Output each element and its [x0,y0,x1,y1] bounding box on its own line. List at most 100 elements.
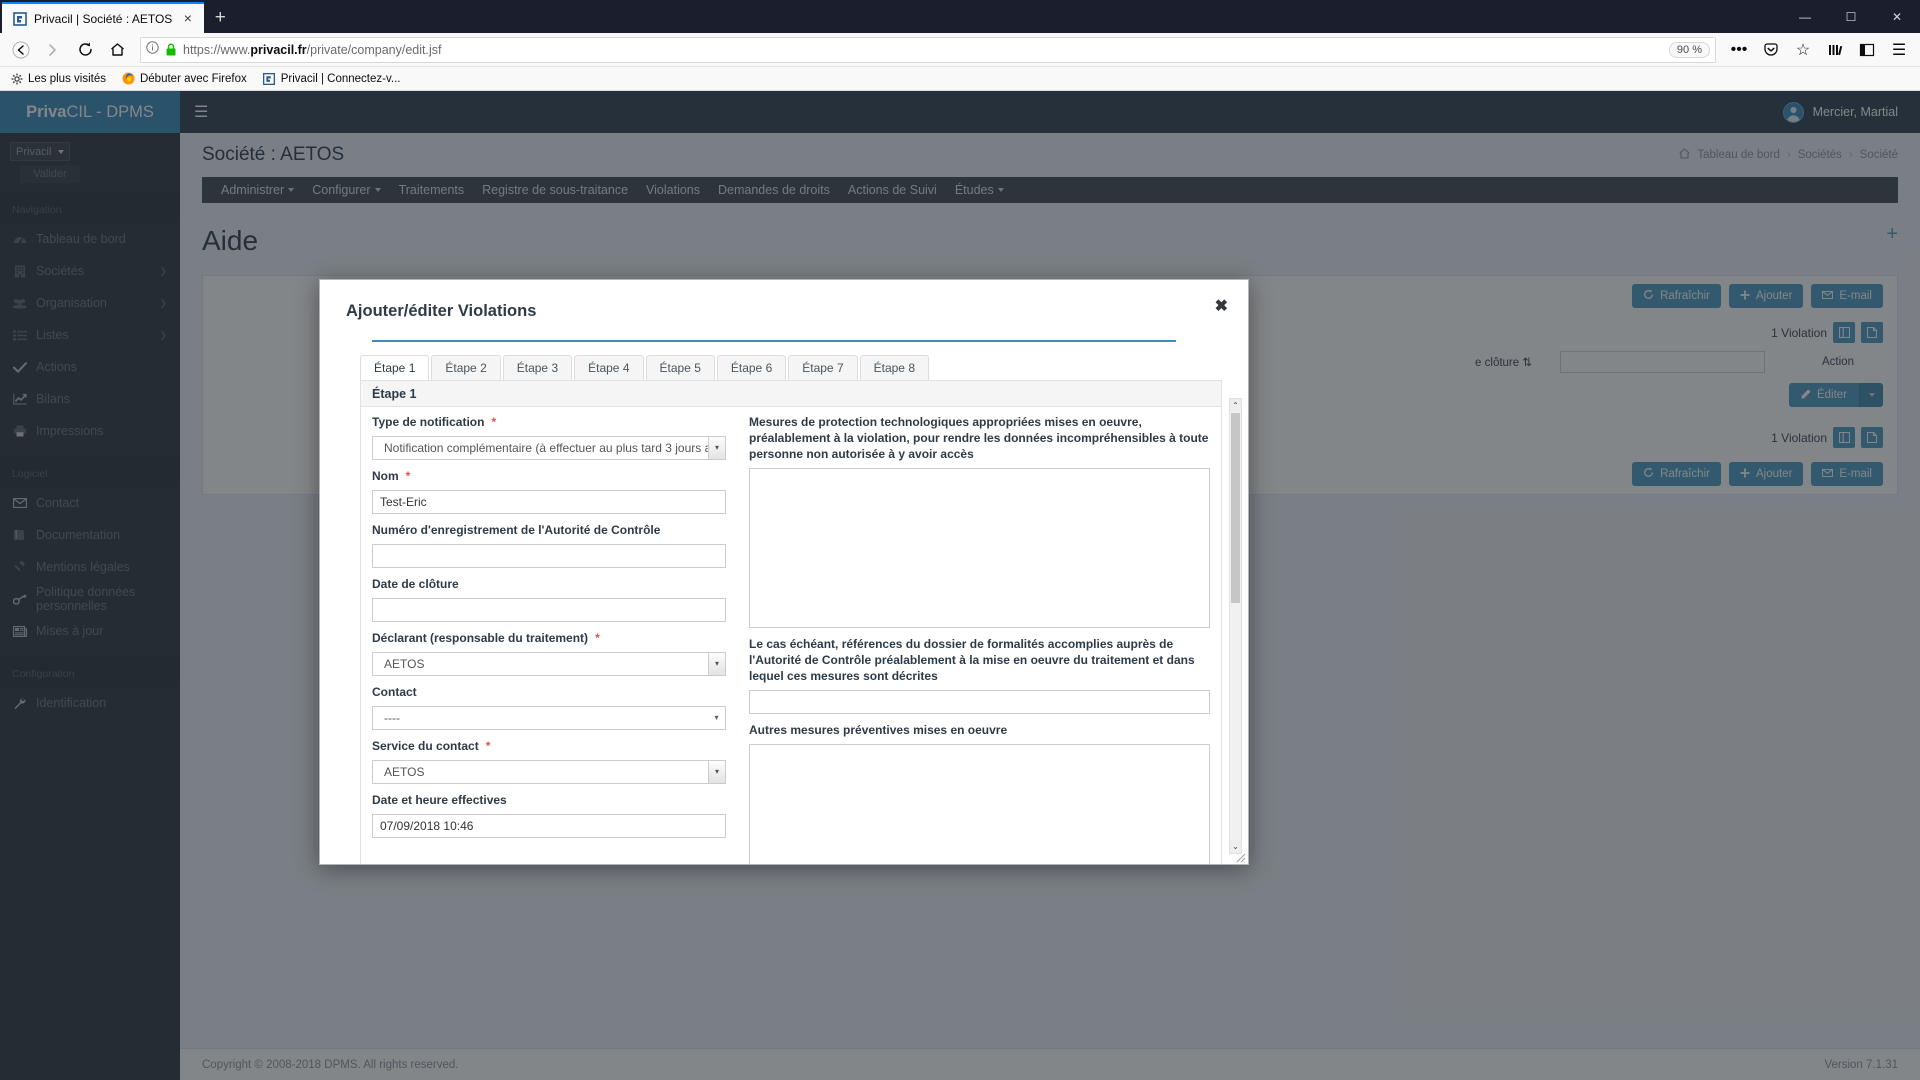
window-controls: — ☐ ✕ [1782,0,1920,33]
tab-etape-6[interactable]: Étape 6 [716,355,787,380]
nom-input[interactable]: Test-Eric [372,489,726,514]
select-value: Notification complémentaire (à effectuer… [384,440,708,455]
form-columns: Type de notification * Notification compl… [361,407,1221,864]
field-autres-mesures-preventives: Autres mesures préventives mises en oeuv… [749,723,1210,864]
field-label: Nom * [372,468,411,483]
bookmarks-bar: Les plus visités Débuter avec Firefox Pr… [0,67,1920,91]
modal-vertical-scrollbar[interactable]: ⌃ ⌄ [1229,398,1242,854]
date-heure-effectives-input[interactable]: 07/09/2018 10:46 [372,813,726,838]
required-marker: * [491,415,497,429]
page-info-icon[interactable] [146,40,159,59]
home-button[interactable] [102,36,132,64]
tab-etape-2[interactable]: Étape 2 [431,355,501,380]
field-label: Numéro d'enregistrement de l'Autorité de… [372,522,661,537]
bookmark-label: Les plus visités [28,72,106,85]
url-bar[interactable]: https://www.privacil.fr/private/company/… [140,36,1716,63]
tab-etape-1[interactable]: Étape 1 [360,355,430,380]
numero-enregistrement-input[interactable] [372,543,726,568]
browser-titlebar: Privacil | Société : AETOS × + — ☐ ✕ [0,0,1920,33]
references-dossier-input[interactable] [749,689,1210,714]
tab-etape-7[interactable]: Étape 7 [788,355,858,380]
reload-button[interactable] [70,36,100,64]
chevron-down-icon: ▾ [708,436,725,459]
required-marker: * [485,738,491,753]
pocket-icon[interactable] [1756,36,1786,64]
chevron-down-icon: ▾ [708,760,725,783]
select-value: ---- [384,710,400,725]
window-maximize-button[interactable]: ☐ [1828,0,1874,33]
bookmark-label: Privacil | Connectez-v... [280,72,401,85]
contact-select[interactable]: ---- ▾ [372,705,726,730]
field-label: Autres mesures préventives mises en oeuv… [749,722,1008,737]
field-mesures-protection-technologiques: Mesures de protection technologiques app… [749,415,1210,628]
bookmark-privacil-login[interactable]: Privacil | Connectez-v... [263,72,401,85]
browser-tab[interactable]: Privacil | Société : AETOS × [2,2,205,33]
modal-body: Étape 1 Étape 2 Étape 3 Étape 4 Étape 5 … [320,342,1248,864]
field-label: Date et heure effectives [372,792,507,807]
window-minimize-button[interactable]: — [1782,0,1828,33]
new-tab-button[interactable]: + [204,2,236,33]
zoom-level-badge[interactable]: 90 % [1668,41,1710,58]
field-label: Mesures de protection technologiques app… [749,415,1209,461]
mesures-protection-textarea[interactable] [749,467,1210,628]
form-right-column: Mesures de protection technologiques app… [737,415,1221,864]
back-button[interactable] [6,36,36,64]
field-date-de-cloture: Date de clôture [372,577,726,622]
firefox-icon [122,72,135,85]
modal-resize-handle[interactable] [1234,850,1246,863]
etape-1-form-box: Étape 1 Type de notification * Notificati [360,380,1222,864]
scroll-up-arrow-icon[interactable]: ⌃ [1230,399,1241,412]
browser-tab-title: Privacil | Société : AETOS [34,11,173,26]
autres-mesures-textarea[interactable] [749,743,1210,864]
field-label: Type de notification * [372,415,497,429]
scrollbar-thumb[interactable] [1231,413,1240,603]
tab-close-icon[interactable]: × [179,10,196,27]
chevron-down-icon: ▾ [714,713,719,723]
tab-etape-3[interactable]: Étape 3 [502,355,573,380]
field-label: Contact [372,684,417,699]
window-close-button[interactable]: ✕ [1874,0,1920,33]
sidebar-toggle-icon[interactable] [1852,36,1882,64]
hamburger-menu-icon[interactable]: ☰ [1884,36,1914,64]
field-contact: Contact ---- ▾ [372,685,726,730]
date-de-cloture-input[interactable] [372,597,726,622]
web-page: PrivaCIL - DPMS ☰ Mercier, Martial Priva… [0,91,1920,1080]
field-label: Le cas échéant, références du dossier de… [749,636,1195,683]
declarant-select[interactable]: AETOS ▾ [372,651,726,676]
bookmark-label: Débuter avec Firefox [139,72,247,85]
privacil-favicon-icon [12,11,27,26]
modal-scroll-area: Étape 1 Étape 2 Étape 3 Étape 4 Étape 5 … [346,342,1222,864]
lock-icon [165,43,177,56]
url-text[interactable]: https://www.privacil.fr/private/company/… [183,43,1663,57]
field-label: Date de clôture [372,576,459,591]
etape-tabs: Étape 1 Étape 2 Étape 3 Étape 4 Étape 5 … [346,342,1222,380]
type-de-notification-select[interactable]: Notification complémentaire (à effectuer… [372,435,726,460]
forward-button[interactable] [38,36,68,64]
field-type-de-notification: Type de notification * Notification compl… [372,415,726,460]
field-date-heure-effectives: Date et heure effectives 07/09/2018 10:4… [372,793,726,838]
field-label: Déclarant (responsable du traitement) * [372,630,600,645]
tab-etape-5[interactable]: Étape 5 [645,355,715,380]
select-value: AETOS [384,656,425,671]
form-left-column: Type de notification * Notification compl… [361,415,737,864]
field-numero-enregistrement: Numéro d'enregistrement de l'Autorité de… [372,523,726,568]
chevron-down-icon: ▾ [708,652,725,675]
bookmark-firefox-start[interactable]: Débuter avec Firefox [122,72,247,85]
service-du-contact-select[interactable]: AETOS ▾ [372,759,726,784]
browser-window: Privacil | Société : AETOS × + — ☐ ✕ htt… [0,0,1920,1080]
page-actions-icon[interactable]: ••• [1724,36,1754,64]
modal-header: Ajouter/éditer Violations ✖ [320,280,1248,342]
gear-icon [10,72,23,85]
field-label: Service du contact * [372,738,491,753]
field-service-du-contact: Service du contact * AETOS ▾ [372,739,726,784]
tab-etape-8[interactable]: Étape 8 [859,355,929,380]
bookmark-star-icon[interactable]: ☆ [1788,36,1818,64]
bookmark-most-visited[interactable]: Les plus visités [10,72,106,85]
browser-navbar: https://www.privacil.fr/private/company/… [0,33,1920,67]
field-declarant: Déclarant (responsable du traitement) * A… [372,631,726,676]
modal-title: Ajouter/éditer Violations [346,302,537,320]
library-icon[interactable] [1820,36,1850,64]
select-value: AETOS [384,764,425,779]
close-icon[interactable]: ✖ [1215,299,1228,315]
tab-etape-4[interactable]: Étape 4 [574,355,644,380]
